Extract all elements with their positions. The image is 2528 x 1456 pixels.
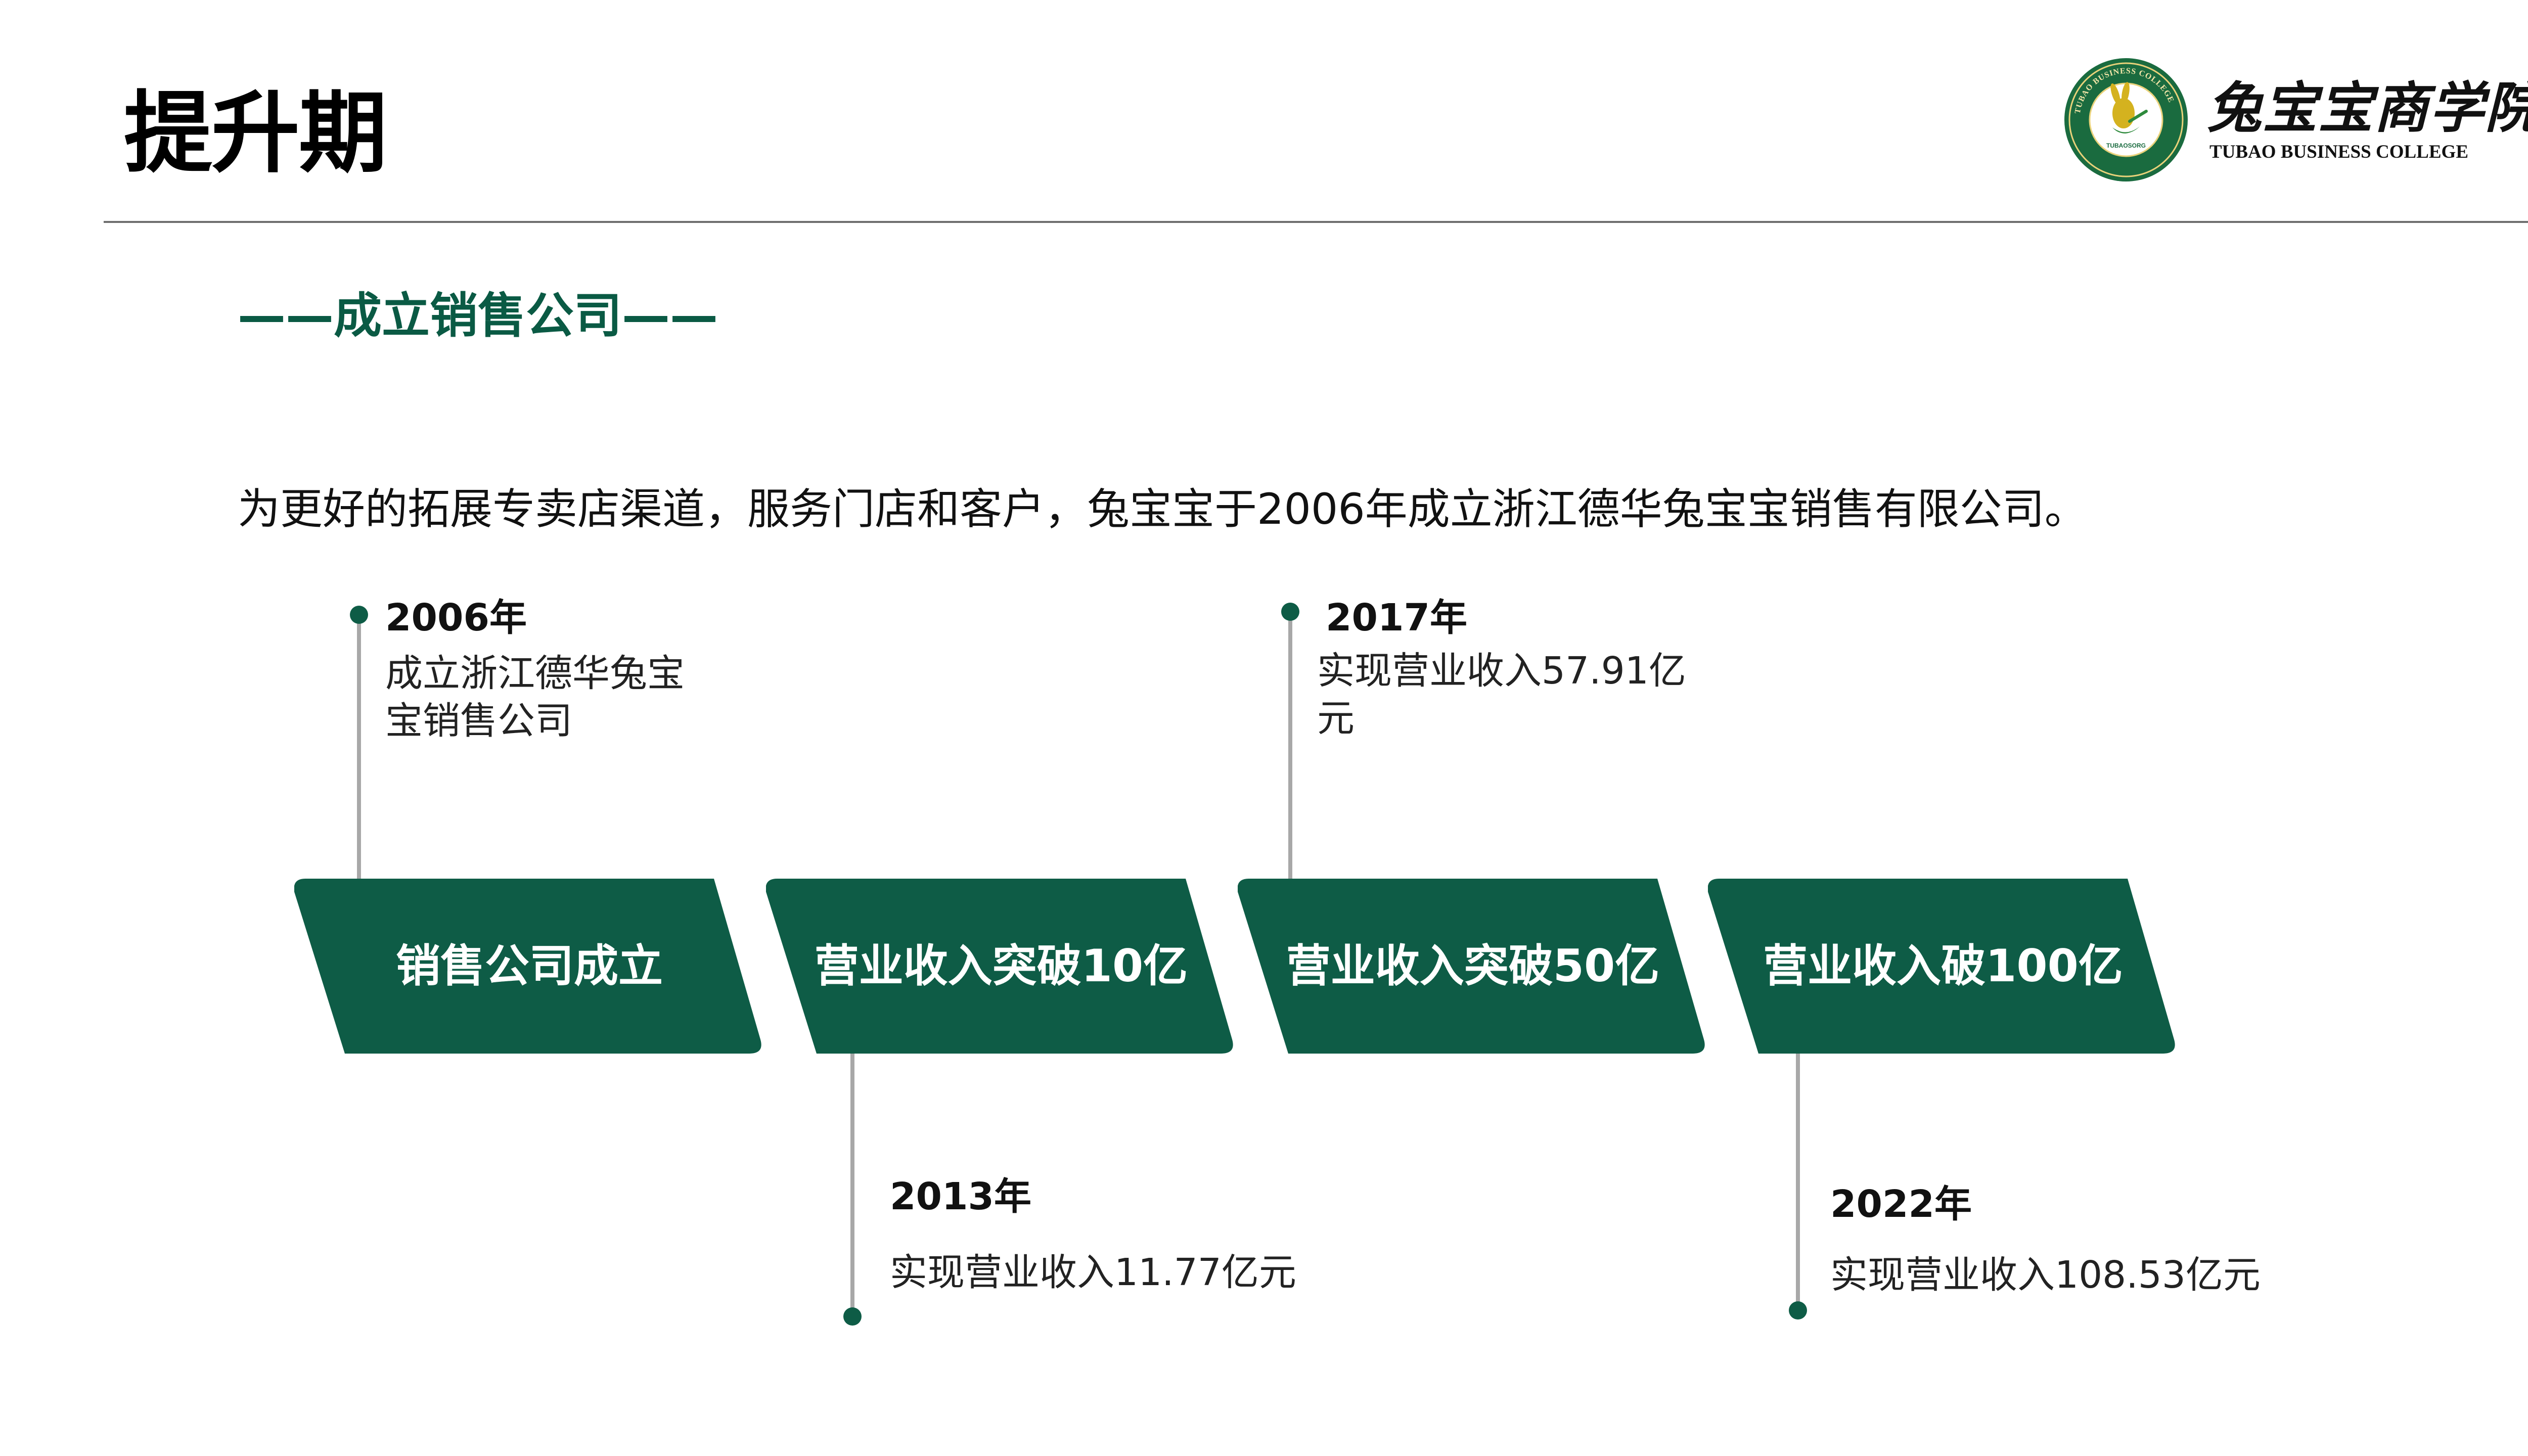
stage-card-3: 营业收入突破50亿 [1238, 879, 1708, 1054]
event-year-2017: 2017年 [1326, 596, 1467, 640]
event-desc-2017: 实现营业收入57.91亿元 [1317, 649, 1686, 740]
logo-name-cn: 兔宝宝商学院 [2207, 76, 2528, 140]
stage-card-2: 营业收入突破10亿 [766, 879, 1236, 1054]
logo-name-en: TUBAO BUSINESS COLLEGE [2209, 142, 2469, 162]
event-stem [1288, 613, 1292, 882]
college-logo: TUBAO BUSINESS COLLEGE TUBAOSORG 兔宝宝商学院 … [2063, 57, 2528, 183]
logo-badge-text: TUBAOSORG [2106, 142, 2146, 149]
rabbit-emblem-icon: TUBAO BUSINESS COLLEGE TUBAOSORG [2064, 58, 2188, 181]
stage-label: 销售公司成立 [395, 940, 663, 992]
event-dot [843, 1307, 862, 1326]
event-year-2022: 2022年 [1830, 1182, 1972, 1226]
stage-card-4: 营业收入破100亿 [1708, 879, 2178, 1054]
event-stem [850, 1050, 854, 1316]
event-dot [1281, 603, 1299, 621]
event-desc-2013: 实现营业收入11.77亿元 [890, 1251, 1296, 1294]
page-title: 提升期 [124, 82, 387, 185]
event-desc-2022: 实现营业收入108.53亿元 [1830, 1253, 2261, 1297]
event-stem [357, 616, 361, 882]
stage-label: 营业收入突破10亿 [814, 940, 1188, 992]
event-dot [1789, 1301, 1807, 1320]
event-year-2006: 2006年 [385, 596, 527, 640]
event-year-2013: 2013年 [890, 1175, 1031, 1218]
event-dot [350, 606, 368, 624]
event-stem [1796, 1050, 1800, 1310]
stage-card-1: 销售公司成立 [294, 879, 764, 1054]
header-divider [104, 221, 2528, 223]
section-title: ——成立销售公司—— [238, 288, 718, 344]
stage-label: 营业收入破100亿 [1763, 940, 2123, 992]
event-desc-2006: 成立浙江德华兔宝宝销售公司 [385, 652, 685, 743]
stage-label: 营业收入突破50亿 [1286, 940, 1660, 992]
intro-text: 为更好的拓展专卖店渠道，服务门店和客户，兔宝宝于2006年成立浙江德华兔宝宝销售… [238, 484, 2087, 534]
